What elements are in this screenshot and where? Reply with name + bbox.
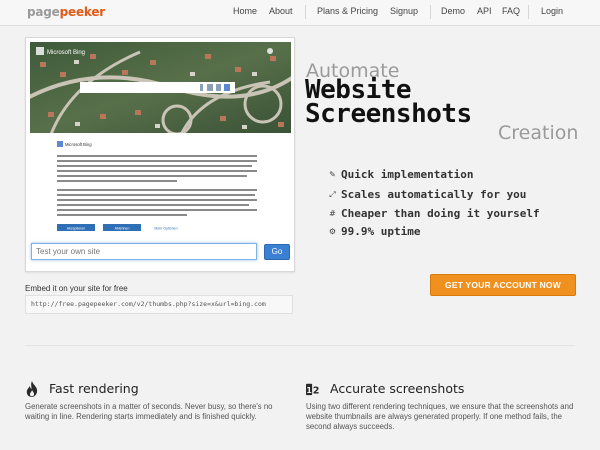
logo-part-2: peeker bbox=[59, 5, 106, 19]
feature-text: Cheaper than doing it yourself bbox=[341, 207, 540, 220]
section-divider bbox=[25, 345, 575, 346]
nav-api[interactable]: API bbox=[477, 6, 492, 16]
nav-signup[interactable]: Signup bbox=[390, 6, 418, 16]
nav-separator bbox=[528, 5, 529, 19]
screenshot-card: Microsoft Bing Microsoft Bing Akzeptiere… bbox=[25, 37, 295, 272]
preview-site-name: Microsoft Bing bbox=[47, 50, 85, 56]
pencil-icon: ✎ bbox=[329, 170, 336, 179]
logo-part-1: page bbox=[27, 5, 60, 19]
nav-home[interactable]: Home bbox=[233, 6, 257, 16]
accurate-screenshots-text: Using two different rendering techniques… bbox=[306, 402, 574, 431]
hash-icon: # bbox=[329, 209, 336, 218]
fast-rendering-title: Fast rendering bbox=[49, 381, 139, 396]
bing-screenshot-preview: Microsoft Bing Microsoft Bing Akzeptiere… bbox=[30, 42, 291, 239]
top-bar: pagepeeker Home About Plans & Pricing Si… bbox=[0, 0, 600, 26]
dialog-brand: Microsoft Bing bbox=[65, 142, 92, 147]
reject-button: Ablehnen bbox=[115, 227, 130, 231]
nav-demo[interactable]: Demo bbox=[441, 6, 465, 16]
resize-icon: ⤢ bbox=[329, 190, 336, 199]
embed-code-field[interactable]: http://free.pagepeeker.com/v2/thumbs.php… bbox=[25, 295, 293, 314]
go-button[interactable]: Go bbox=[264, 244, 290, 260]
logo[interactable]: pagepeeker bbox=[27, 5, 105, 19]
nav-separator bbox=[430, 5, 431, 19]
feature-item: ⚙ 99.9% uptime bbox=[328, 225, 588, 241]
svg-text:2: 2 bbox=[313, 385, 320, 396]
nav-plans-pricing[interactable]: Plans & Pricing bbox=[317, 6, 378, 16]
get-account-button[interactable]: GET YOUR ACCOUNT NOW bbox=[430, 274, 576, 296]
gear-icon: ⚙ bbox=[328, 227, 337, 236]
feature-item: # Cheaper than doing it yourself bbox=[328, 207, 588, 223]
nav-faq[interactable]: FAQ bbox=[502, 6, 520, 16]
feature-item: ✎ Quick implementation bbox=[328, 168, 588, 184]
nav-login[interactable]: Login bbox=[541, 6, 563, 16]
more-options-link: Mehr Optionen bbox=[154, 227, 177, 231]
svg-text:1: 1 bbox=[306, 386, 311, 395]
nav-about[interactable]: About bbox=[269, 6, 293, 16]
hero-line-creation: Creation bbox=[498, 122, 579, 144]
aerial-neighborhood-image: Microsoft Bing Microsoft Bing Akzeptiere… bbox=[30, 42, 291, 239]
feature-text: Quick implementation bbox=[341, 168, 474, 181]
feature-text: Scales automatically for you bbox=[341, 188, 527, 201]
test-site-input[interactable] bbox=[31, 243, 257, 260]
nav-separator bbox=[305, 5, 306, 19]
feature-text: 99.9% uptime bbox=[341, 225, 421, 238]
feature-item: ⤢ Scales automatically for you bbox=[328, 188, 588, 204]
embed-label: Embed it on your site for free bbox=[25, 284, 128, 293]
one-two-icon: 1 2 bbox=[306, 383, 320, 396]
flame-icon bbox=[26, 381, 38, 397]
accurate-screenshots-title: Accurate screenshots bbox=[330, 381, 465, 396]
accept-button: Akzeptieren bbox=[67, 227, 86, 231]
fast-rendering-text: Generate screenshots in a matter of seco… bbox=[25, 402, 273, 421]
hero-line-screenshots: Screenshots bbox=[305, 99, 472, 129]
